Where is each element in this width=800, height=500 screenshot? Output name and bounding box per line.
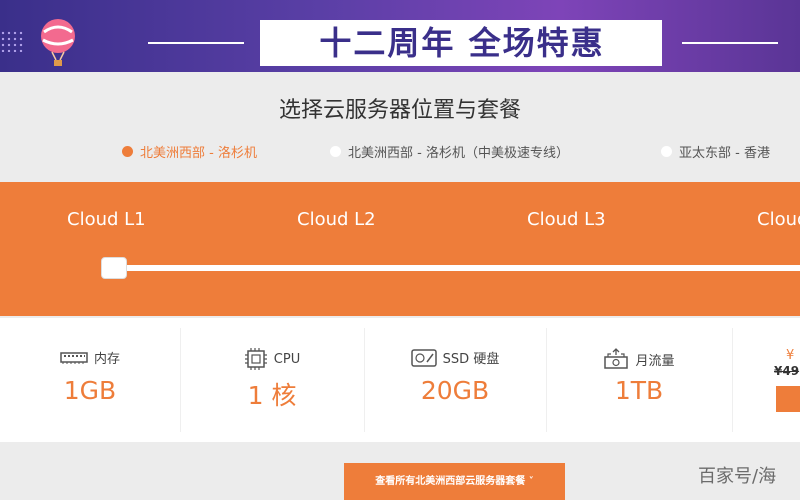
spec-label: 月流量 [635,353,675,369]
plan-slider-track[interactable] [108,265,800,271]
watermark: 百家号/海 [698,466,777,487]
view-all-label: 查看所有北美洲西部云服务器套餐 [375,476,526,487]
page-title: 选择云服务器位置与套餐 [278,98,521,123]
plan-slider-handle[interactable] [101,257,127,279]
chevron-down-icon: ˅ [525,476,534,487]
region-label: 北美洲西部 - 洛杉机 [140,145,257,161]
spec-value: 1GB [63,376,117,405]
price-currency: ¥ [786,348,795,363]
spec-traffic: 月流量 1TB [546,318,732,442]
original-price: ¥49 [774,364,800,378]
radio-selected-icon [122,145,133,157]
ssd-icon [410,348,437,367]
spec-ssd: SSD 硬盘 20GB [364,318,546,442]
spec-label: SSD 硬盘 [442,352,500,367]
plan-option-l1[interactable]: Cloud L1 [67,209,146,230]
spec-value: 20GB [420,376,490,405]
spec-label: CPU [273,351,301,367]
region-option-la-express[interactable]: 北美洲西部 - 洛杉机（中美极速专线） [330,142,569,161]
banner-line-left [148,42,244,44]
view-all-plans-button[interactable]: 查看所有北美洲西部云服务器套餐 ˅ [344,463,565,500]
spec-value: 1TB [614,376,664,405]
spec-label: 内存 [93,352,120,367]
buy-button[interactable] [776,386,800,412]
plan-option-l4[interactable]: Cloud L4 [757,209,800,230]
hot-air-balloon-icon [41,19,75,66]
region-option-hk[interactable]: 亚太东部 - 香港 [661,142,770,161]
spec-value: 1 核 [247,381,297,410]
promo-banner: 十二周年 全场特惠 [0,0,800,72]
plan-option-l3[interactable]: Cloud L3 [527,209,606,230]
region-option-la[interactable]: 北美洲西部 - 洛杉机 [122,142,257,161]
plan-slider-panel: Cloud L1 Cloud L2 Cloud L3 Cloud L4 [0,182,800,316]
plan-option-l2[interactable]: Cloud L2 [297,209,376,230]
banner-line-right [682,42,778,44]
radio-unselected-icon [330,145,341,157]
region-label: 北美洲西部 - 洛杉机（中美极速专线） [348,145,569,161]
spec-memory: 内存 1GB [0,318,180,442]
cpu-icon [244,348,267,370]
region-label: 亚太东部 - 香港 [679,145,770,161]
traffic-icon [604,348,629,369]
spec-panel: 内存 1GB CPU 1 核 SSD 硬盘 20GB 月流量 1TB ¥ ¥49 [0,318,800,442]
divider [732,328,733,432]
spec-cpu: CPU 1 核 [180,318,364,442]
banner-title: 十二周年 全场特惠 [319,24,605,62]
radio-unselected-icon [661,145,672,157]
memory-icon [60,351,88,364]
banner-dots-decoration [0,30,24,52]
